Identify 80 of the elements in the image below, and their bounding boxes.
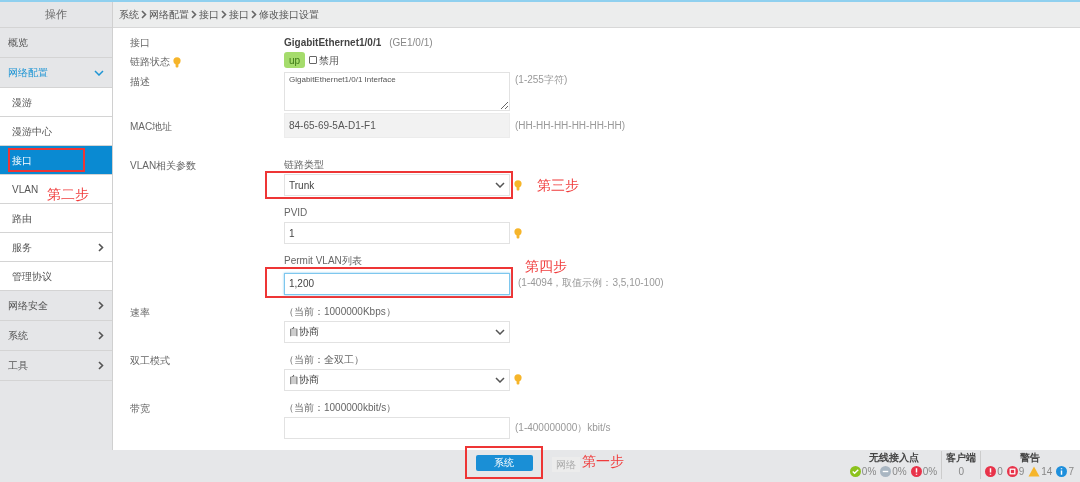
sidebar-subitem[interactable]: 服务: [0, 233, 112, 262]
sidebar-item[interactable]: 工具: [0, 351, 112, 381]
step-annotation: 第四步: [525, 257, 567, 276]
input-field[interactable]: [284, 416, 510, 439]
field-label: 双工模式: [130, 353, 170, 368]
system-button[interactable]: 系统: [475, 454, 533, 471]
breadcrumb-link[interactable]: 修改接口设置: [259, 7, 319, 22]
field-label: MAC地址: [130, 120, 173, 134]
status-count: 0%: [922, 465, 938, 479]
input-field[interactable]: 1,200: [284, 272, 510, 295]
status-title: 客户端: [946, 451, 977, 464]
status-title: 警告: [1019, 451, 1040, 464]
breadcrumb-link[interactable]: 系统: [119, 7, 139, 22]
hint-text: (1-400000000）kbit/s: [515, 421, 611, 435]
chevron-right-icon: [98, 361, 104, 370]
warning-triangle-icon: [1028, 466, 1041, 477]
chevron-right-icon: [221, 10, 227, 19]
chevron-down-icon: [495, 182, 505, 188]
field-caption: Permit VLAN列表: [284, 255, 362, 267]
field-label: VLAN相关参数: [130, 159, 197, 173]
status-count: 14: [1041, 465, 1053, 479]
sidebar-subitem[interactable]: 漫游中心: [0, 117, 112, 146]
chevron-right-icon: [98, 331, 104, 340]
exclamation-circle-icon: [985, 466, 997, 477]
select-field[interactable]: 自协商: [284, 320, 510, 343]
chevron-down-icon: [495, 328, 505, 335]
interface-name: GigabitEthernet1/0/1: [284, 36, 382, 50]
disable-checkbox[interactable]: 禁用: [309, 52, 340, 68]
breadcrumb-link[interactable]: 接口: [199, 7, 219, 22]
sidebar-subitem[interactable]: 管理协议: [0, 262, 112, 291]
select-field[interactable]: 自协商: [284, 368, 510, 391]
sidebar-item[interactable]: 系统: [0, 321, 112, 351]
step-annotation: 第二步: [47, 185, 89, 204]
chevron-right-icon: [141, 10, 147, 19]
chevron-right-icon: [251, 10, 257, 19]
field-caption: （当前：全双工）: [284, 353, 364, 366]
chevron-right-icon: [191, 10, 197, 19]
square-circle-icon: [1006, 466, 1018, 477]
chevron-right-icon: [98, 301, 104, 310]
info-circle-icon: [1056, 466, 1068, 477]
hint-text: (1-255字符): [515, 73, 568, 87]
field-label: 链路状态: [130, 55, 170, 69]
hint-text: (1-4094，取值示例：3,5,10-100): [518, 275, 664, 290]
status-count: 0%: [861, 465, 877, 479]
minus-circle-icon: [880, 466, 892, 477]
field-label: 接口: [130, 36, 150, 50]
hint-text: (HH-HH-HH-HH-HH-HH): [515, 119, 625, 133]
select-field[interactable]: Trunk: [284, 174, 510, 196]
status-count: 0: [997, 465, 1003, 479]
mac-address-field[interactable]: 84-65-69-5A-D1-F1: [284, 113, 510, 138]
status-title: 无线接入点: [868, 451, 919, 464]
field-label: 速率: [130, 305, 150, 320]
sidebar-item[interactable]: 网络安全: [0, 291, 112, 321]
field-label: 描述: [130, 75, 150, 89]
field-caption: （当前：1000000kbit/s）: [284, 401, 397, 414]
sidebar-item[interactable]: 概览: [0, 28, 112, 58]
interface-short-name: (GE1/0/1): [389, 36, 433, 50]
status-count: 9: [1018, 465, 1025, 479]
breadcrumb-link[interactable]: 接口: [229, 7, 249, 22]
sidebar-subitem[interactable]: 漫游: [0, 88, 112, 117]
status-badge: up: [284, 52, 306, 68]
field-caption: 链路类型: [284, 159, 324, 171]
sidebar-subitem[interactable]: 路由: [0, 204, 112, 233]
field-caption: （当前：1000000Kbps）: [284, 305, 396, 318]
step-annotation: 第三步: [537, 176, 579, 195]
status-count: 0%: [892, 465, 907, 479]
breadcrumb-link[interactable]: 网络配置: [149, 7, 189, 22]
highlight-frame: 接口: [8, 148, 85, 172]
exclamation-circle-icon: [910, 466, 922, 477]
status-count: 7: [1068, 465, 1074, 479]
client-count: 0: [958, 465, 964, 479]
step-annotation: 第一步: [582, 452, 624, 471]
chevron-down-icon: [94, 69, 104, 76]
field-label: 带宽: [130, 401, 150, 416]
sidebar-header: 操作: [0, 2, 112, 28]
input-field[interactable]: 1: [284, 222, 510, 244]
chevron-down-icon: [495, 376, 505, 383]
field-caption: PVID: [284, 207, 308, 219]
description-field[interactable]: GigabitEthernet1/0/1 Interface: [284, 72, 510, 111]
check-circle-icon: [849, 466, 861, 477]
